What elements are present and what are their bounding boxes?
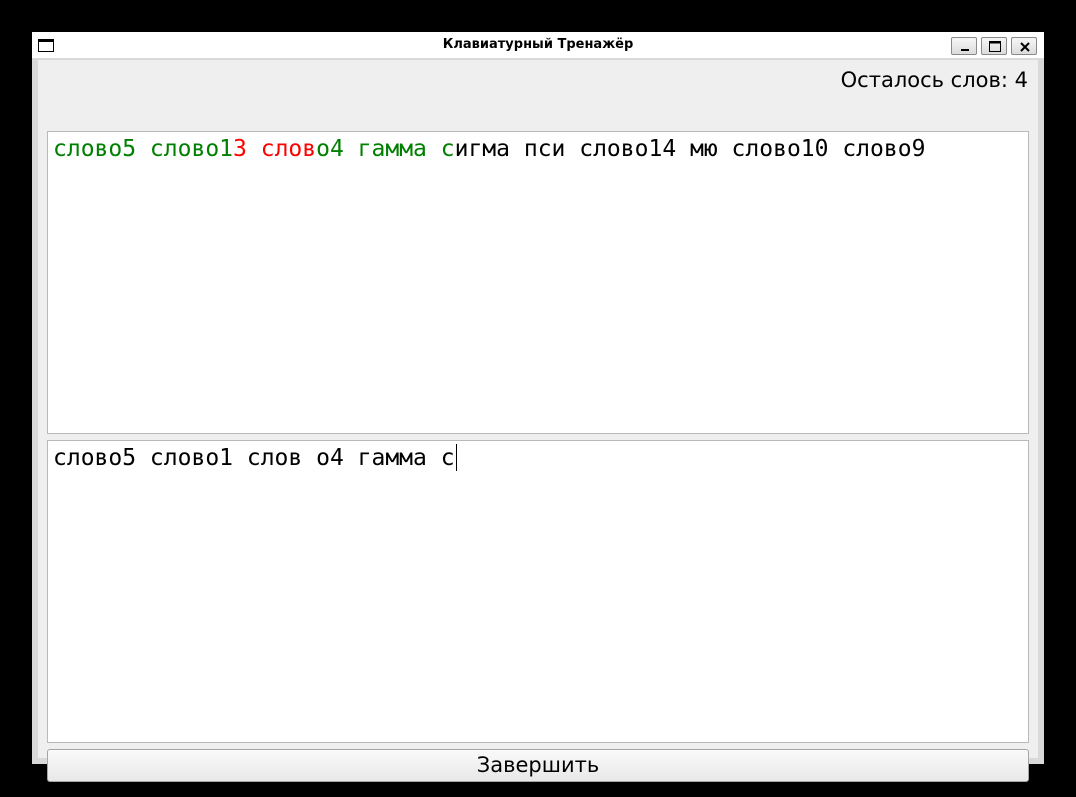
text-caret xyxy=(455,444,457,471)
target-segment: слов xyxy=(260,136,317,162)
title-bar[interactable]: Клавиатурный Тренажёр xyxy=(32,32,1044,58)
target-segment: 3 xyxy=(233,136,247,162)
minimize-button[interactable] xyxy=(951,37,977,55)
target-text-display: слово5 слово13 слово4 гамма сигма пси сл… xyxy=(47,131,1029,434)
target-segment: игма пси слово14 мю слово10 слово9 xyxy=(454,136,926,162)
target-segment xyxy=(247,136,261,162)
target-segment: о4 гамма с xyxy=(316,136,455,162)
minimize-icon xyxy=(961,49,969,51)
client-area: Осталось слов: 4 слово5 слово13 слово4 г… xyxy=(38,60,1038,782)
maximize-icon xyxy=(989,41,1001,52)
maximize-button[interactable] xyxy=(981,37,1007,55)
window-title: Клавиатурный Тренажёр xyxy=(442,37,634,52)
close-button[interactable] xyxy=(1011,37,1037,55)
typing-input[interactable]: слово5 слово1 слов о4 гамма с xyxy=(47,440,1029,743)
app-window: Клавиатурный Тренажёр Осталось слов: 4 с… xyxy=(32,32,1044,782)
finish-button[interactable]: Завершить xyxy=(47,749,1029,782)
typed-text: слово5 слово1 слов о4 гамма с xyxy=(53,445,455,471)
remaining-words-counter: Осталось слов: 4 xyxy=(840,68,1028,92)
target-segment: слово5 слово1 xyxy=(53,136,234,162)
close-icon xyxy=(1020,42,1030,52)
